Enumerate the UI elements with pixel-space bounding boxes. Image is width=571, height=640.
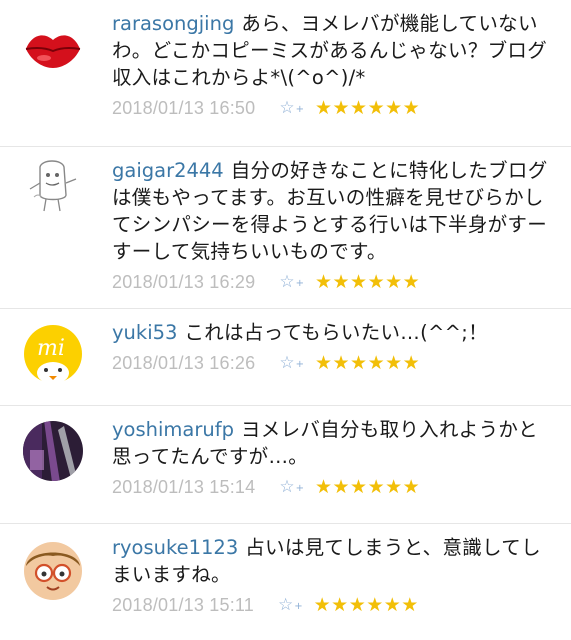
svg-text:mi: mi (37, 336, 65, 361)
comment-item: yoshimarufp ヨメレバ自分も取り入れようかと思ってたんですが…。 201… (0, 406, 571, 524)
comment-item: ryosuke1123 占いは見てしまうと、意識してしまいますね。 2018/01… (0, 524, 571, 640)
star-rating: ★★★★★★ (313, 594, 419, 616)
chick-avatar-icon[interactable]: mi (22, 323, 84, 385)
star-rating: ★★★★★★ (314, 271, 421, 293)
star-plus-icon[interactable]: ☆+ (279, 272, 304, 292)
star-plus-icon[interactable]: ☆+ (278, 595, 303, 615)
comment-timestamp[interactable]: 2018/01/13 15:11 (112, 595, 254, 616)
glasses-boy-avatar-icon[interactable] (22, 540, 84, 602)
comment-username[interactable]: rarasongjing (112, 12, 234, 35)
comment-item: mi yuki53 これは占ってもらいたい…(^^;！ 2018/01/13 16… (0, 309, 571, 406)
star-plus-icon[interactable]: ☆+ (279, 477, 304, 497)
comment-list: rarasongjing あら、ヨメレバが機能していないわ。どこかコピーミスがある… (0, 0, 571, 640)
sketch-character-avatar-icon[interactable] (22, 153, 84, 215)
star-rating: ★★★★★★ (314, 352, 421, 374)
photo-avatar-icon[interactable] (22, 420, 84, 482)
lips-avatar-icon[interactable] (22, 18, 84, 80)
comment-username[interactable]: yuki53 (112, 321, 177, 344)
comment-timestamp[interactable]: 2018/01/13 15:14 (112, 477, 255, 498)
comment-item: gaigar2444 自分の好きなことに特化したブログは僕もやってます。お互いの性… (0, 147, 571, 309)
star-rating: ★★★★★★ (314, 476, 421, 498)
star-plus-icon[interactable]: ☆+ (279, 353, 304, 373)
comment-item: rarasongjing あら、ヨメレバが機能していないわ。どこかコピーミスがある… (0, 0, 571, 147)
comment-timestamp[interactable]: 2018/01/13 16:50 (112, 98, 255, 119)
star-rating: ★★★★★★ (314, 97, 421, 119)
comment-username[interactable]: yoshimarufp (112, 418, 234, 441)
comment-username[interactable]: gaigar2444 (112, 159, 224, 182)
comment-text: これは占ってもらいたい…(^^;！ (184, 321, 488, 344)
comment-timestamp[interactable]: 2018/01/13 16:26 (112, 353, 255, 374)
star-plus-icon[interactable]: ☆+ (279, 98, 304, 118)
comment-username[interactable]: ryosuke1123 (112, 536, 238, 559)
comment-timestamp[interactable]: 2018/01/13 16:29 (112, 272, 255, 293)
